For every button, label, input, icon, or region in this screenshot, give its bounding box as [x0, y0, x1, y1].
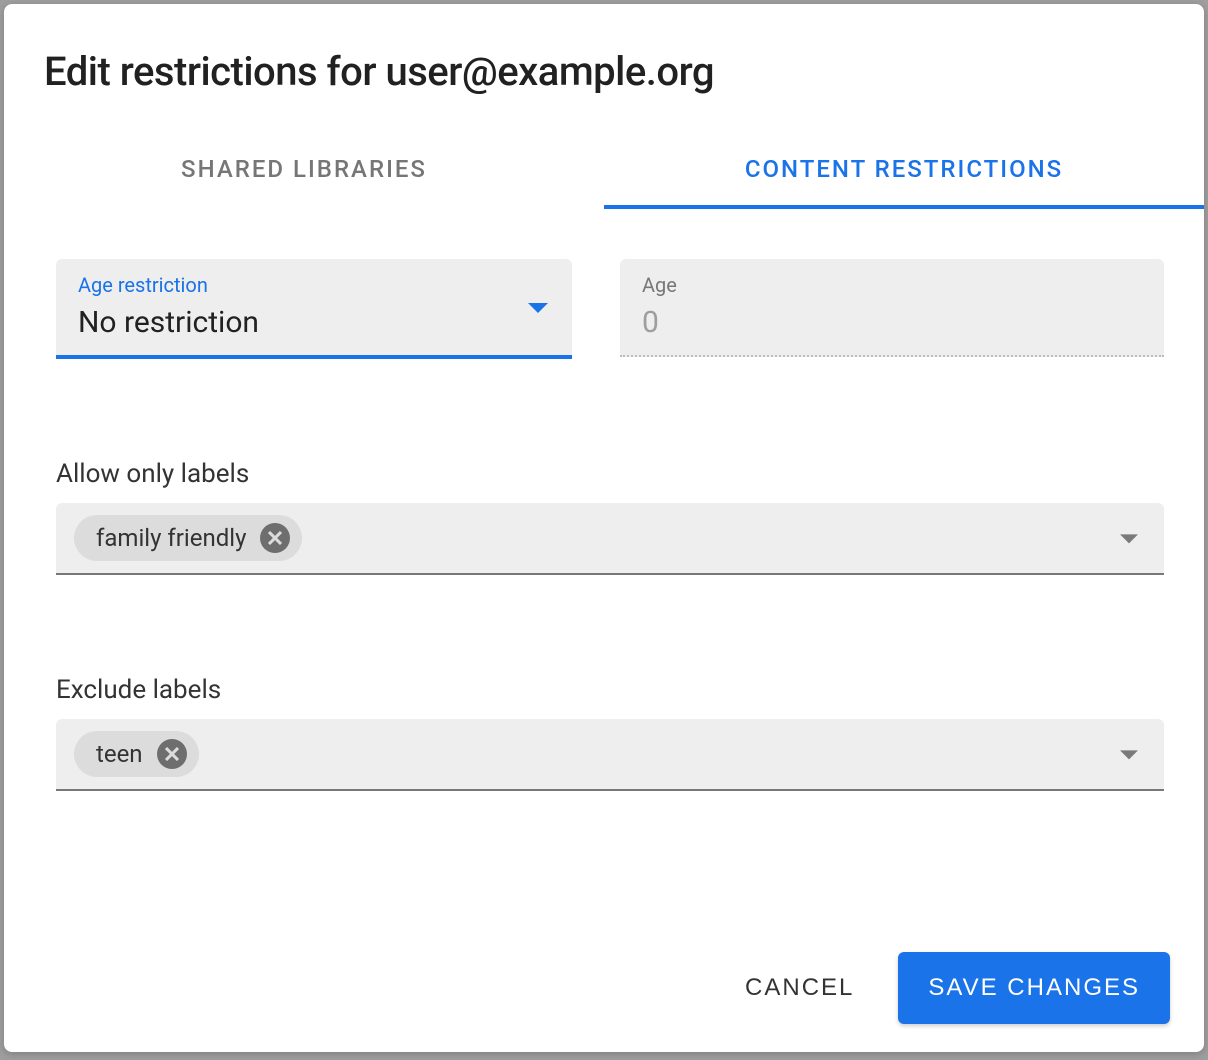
- chip-exclude-label: teen: [74, 731, 199, 777]
- chevron-down-icon: [1120, 750, 1138, 759]
- age-restriction-select[interactable]: Age restriction No restriction: [56, 259, 572, 359]
- age-row: Age restriction No restriction Age 0: [56, 259, 1164, 359]
- tab-panel-content-restrictions: Age restriction No restriction Age 0 All…: [4, 209, 1204, 821]
- chip-label: family friendly: [96, 524, 246, 552]
- age-placeholder: 0: [642, 301, 1144, 345]
- exclude-labels-section: Exclude labels teen: [56, 675, 1164, 791]
- tab-content-restrictions[interactable]: Content Restrictions: [604, 127, 1204, 209]
- age-restriction-value: No restriction: [78, 301, 552, 345]
- age-restriction-label: Age restriction: [78, 273, 552, 297]
- chip-allow-label: family friendly: [74, 515, 302, 561]
- dialog-actions: Cancel Save Changes: [737, 952, 1170, 1024]
- allow-only-labels-field[interactable]: family friendly: [56, 503, 1164, 575]
- age-input[interactable]: Age 0: [620, 259, 1164, 357]
- exclude-labels-field[interactable]: teen: [56, 719, 1164, 791]
- allow-only-labels-section: Allow only labels family friendly: [56, 459, 1164, 575]
- edit-restrictions-dialog: Edit restrictions for user@example.org S…: [4, 4, 1204, 1052]
- tab-shared-libraries[interactable]: Shared Libraries: [4, 127, 604, 209]
- age-label: Age: [642, 273, 1144, 297]
- dialog-title: Edit restrictions for user@example.org: [4, 4, 1204, 127]
- chevron-down-icon: [1120, 534, 1138, 543]
- cancel-button[interactable]: Cancel: [737, 960, 862, 1016]
- exclude-labels-title: Exclude labels: [56, 675, 1164, 705]
- tabs: Shared Libraries Content Restrictions: [4, 127, 1204, 209]
- chip-remove-icon[interactable]: [260, 523, 290, 553]
- allow-only-labels-title: Allow only labels: [56, 459, 1164, 489]
- chevron-down-icon: [528, 303, 548, 313]
- chip-label: teen: [96, 740, 143, 768]
- save-changes-button[interactable]: Save Changes: [898, 952, 1170, 1024]
- chip-remove-icon[interactable]: [157, 739, 187, 769]
